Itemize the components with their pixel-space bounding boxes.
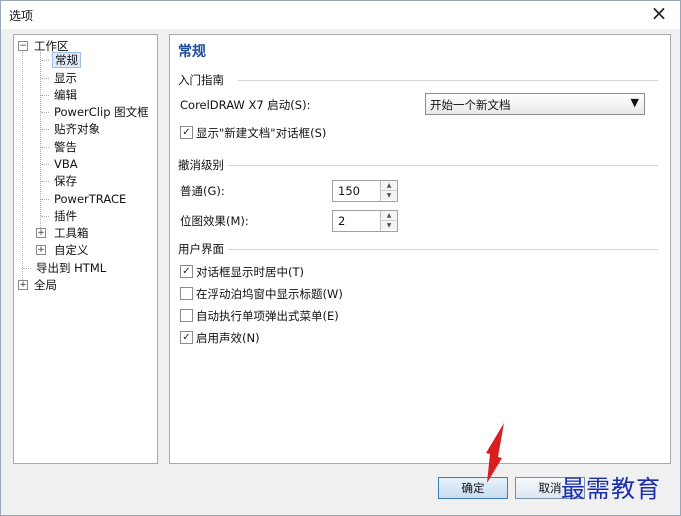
group-divider bbox=[228, 165, 658, 166]
stepper-buttons: ▲ ▼ bbox=[380, 211, 397, 231]
tree-branch bbox=[41, 199, 49, 200]
group-divider bbox=[228, 249, 658, 250]
annotation-arrow-icon bbox=[486, 423, 504, 483]
checkbox-box bbox=[180, 309, 193, 322]
window-title: 选项 bbox=[9, 9, 34, 23]
tree-item-label: 常规 bbox=[52, 52, 81, 68]
settings-panel: 常规 入门指南 CorelDRAW X7 启动(S): 开始一个新文档 ▼ ✓ … bbox=[169, 34, 671, 464]
tree-item-powertrace[interactable]: PowerTRACE bbox=[54, 191, 126, 207]
tree-item-label: VBA bbox=[54, 157, 78, 171]
watermark: 最需教育 bbox=[561, 475, 661, 503]
tree-item-label: 保存 bbox=[54, 174, 77, 188]
close-icon[interactable]: × bbox=[648, 2, 670, 24]
tree-item-label: 自定义 bbox=[54, 243, 89, 257]
tree-branch bbox=[41, 164, 49, 165]
group-label-intro: 入门指南 bbox=[178, 73, 224, 87]
chevron-down-icon: ▼ bbox=[630, 96, 639, 109]
tree-branch bbox=[41, 60, 49, 61]
tree-branch bbox=[41, 181, 49, 182]
bitmap-undo-label: 位图效果(M): bbox=[180, 214, 249, 228]
startup-select[interactable]: 开始一个新文档 ▼ bbox=[425, 93, 645, 115]
startup-label: CorelDRAW X7 启动(S): bbox=[180, 98, 311, 112]
tree-item-label: PowerTRACE bbox=[54, 192, 127, 206]
tree-item-general[interactable]: 常规 bbox=[52, 52, 81, 68]
bitmap-undo-stepper[interactable]: 2 ▲ ▼ bbox=[332, 210, 398, 232]
arrow-down-icon[interactable]: ▼ bbox=[381, 191, 397, 200]
arrow-down-icon[interactable]: ▼ bbox=[381, 221, 397, 230]
tree-branch bbox=[23, 268, 31, 269]
tree-item-snap[interactable]: 贴齐对象 bbox=[54, 121, 100, 137]
bitmap-undo-value: 2 bbox=[338, 214, 346, 228]
tree-item-export-html[interactable]: 导出到 HTML bbox=[36, 260, 106, 276]
tree-guide-line bbox=[40, 52, 41, 232]
check-icon: ✓ bbox=[180, 265, 193, 278]
normal-undo-label: 普通(G): bbox=[180, 184, 225, 198]
tree-item-label: 显示 bbox=[54, 71, 77, 85]
arrow-up-icon[interactable]: ▲ bbox=[381, 211, 397, 221]
expand-icon[interactable]: + bbox=[36, 228, 46, 238]
tree-item-label: 导出到 HTML bbox=[36, 261, 107, 275]
tree-item-label: PowerClip 图文框 bbox=[54, 105, 149, 119]
tree-item-label: 插件 bbox=[54, 209, 77, 223]
category-tree: − 工作区 常规 显示 编辑 PowerClip 图文框 贴齐对象 警告 VBA bbox=[13, 34, 158, 464]
tree-branch bbox=[41, 129, 49, 130]
expand-icon[interactable]: + bbox=[36, 245, 46, 255]
tree-item-label: 编辑 bbox=[54, 88, 77, 102]
tree-guide-line bbox=[22, 52, 23, 282]
collapse-icon[interactable]: − bbox=[18, 41, 28, 51]
tree-item-label: 贴齐对象 bbox=[54, 122, 100, 136]
checkbox-label: 启用声效(N) bbox=[196, 331, 260, 345]
tree-branch bbox=[41, 147, 49, 148]
normal-undo-stepper[interactable]: 150 ▲ ▼ bbox=[332, 180, 398, 202]
tree-item-edit[interactable]: 编辑 bbox=[54, 87, 77, 103]
check-icon: ✓ bbox=[180, 126, 193, 139]
tree-item-save[interactable]: 保存 bbox=[54, 173, 77, 189]
checkbox-label: 对话框显示时居中(T) bbox=[196, 265, 304, 279]
tree-item-vba[interactable]: VBA bbox=[54, 156, 78, 172]
startup-select-value: 开始一个新文档 bbox=[430, 98, 511, 112]
tree-item-label: 警告 bbox=[54, 140, 77, 154]
stepper-buttons: ▲ ▼ bbox=[380, 181, 397, 201]
checkbox-label: 在浮动泊坞窗中显示标题(W) bbox=[196, 287, 343, 301]
tree-branch bbox=[41, 216, 49, 217]
tree-branch bbox=[41, 78, 49, 79]
expand-icon[interactable]: + bbox=[18, 280, 28, 290]
tree-item-plugins[interactable]: 插件 bbox=[54, 208, 77, 224]
checkbox-label: 自动执行单项弹出式菜单(E) bbox=[196, 309, 339, 323]
check-icon: ✓ bbox=[180, 331, 193, 344]
tree-item-powerclip[interactable]: PowerClip 图文框 bbox=[54, 104, 149, 120]
checkbox-label: 显示"新建文档"对话框(S) bbox=[196, 126, 327, 140]
tree-item-label: 工具箱 bbox=[54, 226, 89, 240]
page-title: 常规 bbox=[178, 44, 206, 60]
tree-item-label: 全局 bbox=[34, 278, 57, 292]
tree-item-warnings[interactable]: 警告 bbox=[54, 139, 77, 155]
group-label-undo: 撤消级别 bbox=[178, 158, 224, 172]
group-label-ui: 用户界面 bbox=[178, 242, 224, 256]
options-dialog: 选项 × − 工作区 常规 显示 编辑 PowerClip 图文框 贴齐对象 警… bbox=[0, 0, 681, 516]
tree-branch bbox=[41, 112, 49, 113]
tree-branch bbox=[41, 95, 49, 96]
normal-undo-value: 150 bbox=[338, 184, 360, 198]
title-bar: 选项 × bbox=[1, 1, 680, 29]
group-divider bbox=[238, 80, 658, 81]
tree-item-display[interactable]: 显示 bbox=[54, 70, 77, 86]
arrow-up-icon[interactable]: ▲ bbox=[381, 181, 397, 191]
checkbox-box bbox=[180, 287, 193, 300]
